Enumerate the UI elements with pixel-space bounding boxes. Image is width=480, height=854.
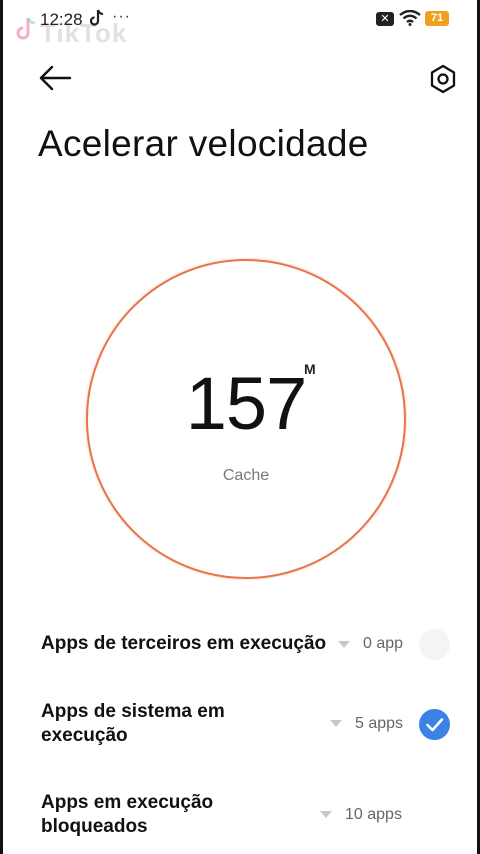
chevron-down-icon[interactable] bbox=[320, 811, 332, 818]
cache-unit: M bbox=[304, 361, 316, 377]
row-system-apps[interactable]: Apps de sistema em execução 5 apps bbox=[0, 700, 480, 752]
settings-button[interactable] bbox=[426, 62, 460, 96]
status-bar: TikTok 12:28 ··· ✕ 71 bbox=[0, 0, 480, 48]
row-blocked-apps[interactable]: Apps em execução bloqueados 10 apps bbox=[0, 791, 480, 843]
row-count: 10 apps bbox=[345, 806, 402, 823]
chevron-down-icon[interactable] bbox=[330, 720, 342, 727]
arrow-left-icon bbox=[39, 65, 72, 91]
page-title: Acelerar velocidade bbox=[38, 123, 369, 164]
row-title: Apps em execução bloqueados bbox=[41, 792, 214, 837]
row-count: 5 apps bbox=[355, 715, 404, 732]
wifi-icon bbox=[399, 10, 421, 26]
chevron-down-icon[interactable] bbox=[338, 641, 350, 648]
row-title: Apps de terceiros em execução bbox=[41, 633, 327, 654]
row-title: Apps de sistema em execução bbox=[41, 701, 225, 746]
hexagon-gear-icon bbox=[430, 64, 456, 94]
row-count: 0 app bbox=[363, 635, 404, 652]
back-button[interactable] bbox=[36, 62, 76, 94]
tiktok-icon bbox=[90, 9, 104, 26]
tiktok-watermark-icon bbox=[16, 17, 36, 40]
battery-indicator: 71 bbox=[425, 11, 449, 26]
status-time: 12:28 bbox=[40, 10, 83, 29]
row-checkbox[interactable] bbox=[419, 629, 450, 660]
cache-gauge: 157 M Cache bbox=[86, 259, 406, 579]
row-third-party-apps[interactable]: Apps de terceiros em execução 0 app bbox=[0, 626, 480, 666]
more-notifications-icon: ··· bbox=[112, 8, 131, 25]
cache-label: Cache bbox=[222, 467, 270, 484]
checkmark-icon bbox=[426, 718, 444, 732]
cache-value: 157 bbox=[185, 362, 307, 445]
no-sim-icon: ✕ bbox=[376, 12, 394, 26]
row-checkbox[interactable] bbox=[419, 709, 450, 740]
